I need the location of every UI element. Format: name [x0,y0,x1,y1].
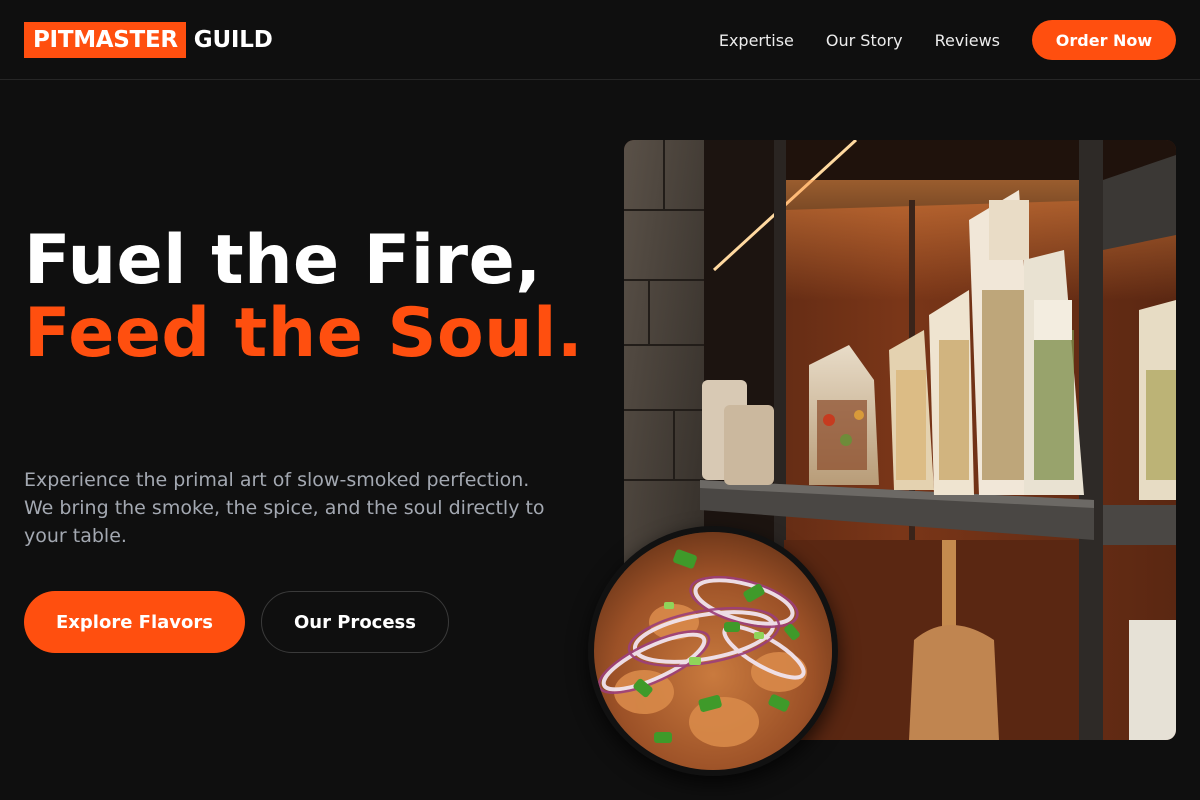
explore-flavors-button[interactable]: Explore Flavors [24,591,245,653]
brand-logo-text: GUILD [193,27,273,53]
hero-description: Experience the primal art of slow-smoked… [24,469,545,547]
hero-food-image [588,526,838,776]
main-nav: Expertise Our Story Reviews Order Now [719,0,1176,80]
brand-logo-highlight: PITMASTER [24,22,186,58]
site-header: PITMASTER GUILD Expertise Our Story Revi… [0,0,1200,80]
nav-link-reviews[interactable]: Reviews [935,31,1000,50]
our-process-button[interactable]: Our Process [261,591,449,653]
food-dish-illustration [594,532,832,770]
nav-link-expertise[interactable]: Expertise [719,31,794,50]
brand-logo[interactable]: PITMASTER GUILD [24,22,273,58]
order-now-button[interactable]: Order Now [1032,20,1176,60]
hero-headline-line1: Fuel the Fire, [24,221,542,300]
nav-link-our-story[interactable]: Our Story [826,31,903,50]
hero-headline: Fuel the Fire, Feed the Soul. [24,224,584,370]
hero-headline-line2: Feed the Soul. [24,294,584,373]
